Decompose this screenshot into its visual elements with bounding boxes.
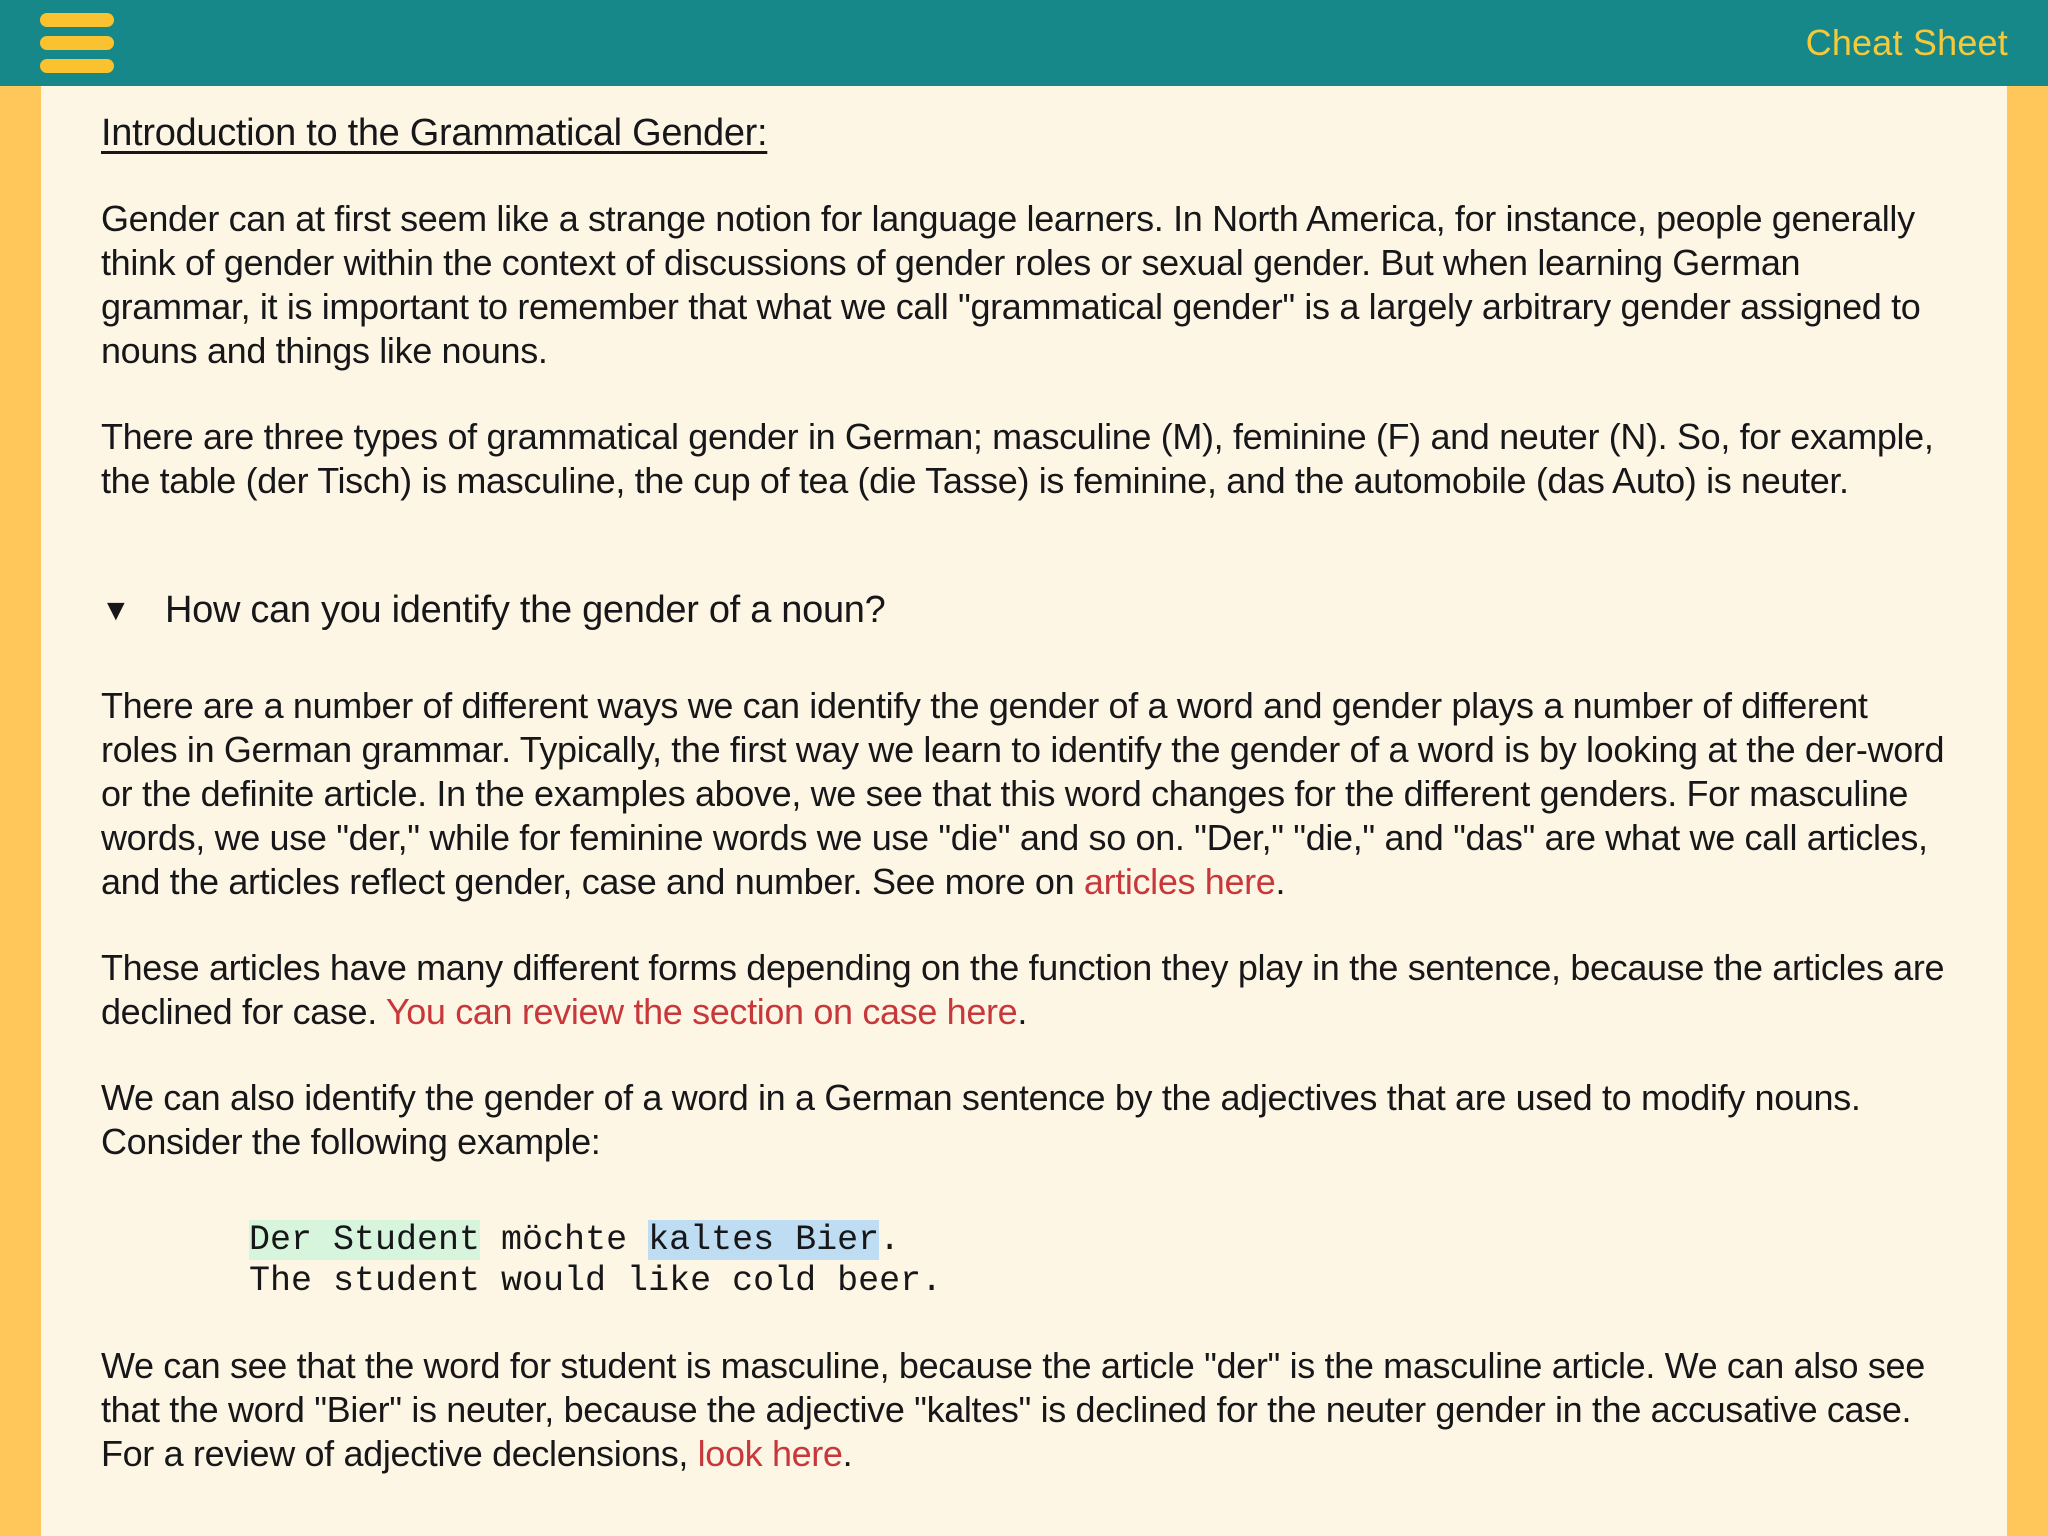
page-title: Introduction to the Grammatical Gender: [101, 112, 768, 154]
paragraph-identify-gender-text-b: . [1275, 861, 1286, 902]
look-here-link[interactable]: look here [698, 1433, 843, 1474]
example-neuter-phrase: kaltes Bier [648, 1220, 880, 1260]
case-section-link[interactable]: You can review the section on case here [386, 991, 1018, 1032]
example-period: . [879, 1220, 901, 1260]
app-header: Cheat Sheet [0, 0, 2048, 86]
paragraph-identify-gender-text-a: There are a number of different ways we … [101, 685, 1945, 902]
page-frame: Introduction to the Grammatical Gender: … [0, 86, 2048, 1536]
example-masculine-phrase: Der Student [249, 1220, 481, 1260]
example-english-translation: The student would like cold beer. [249, 1261, 943, 1301]
collapsible-section-title: How can you identify the gender of a nou… [165, 589, 886, 631]
paragraph-declined-case: These articles have many different forms… [101, 946, 1947, 1034]
hamburger-bar-top [40, 13, 114, 27]
paragraph-explanation-text-a: We can see that the word for student is … [101, 1345, 1925, 1474]
cheat-sheet-link[interactable]: Cheat Sheet [1806, 22, 2008, 64]
hamburger-bar-middle [40, 36, 114, 50]
collapsible-section-toggle[interactable]: ▼ How can you identify the gender of a n… [101, 589, 886, 632]
intro-paragraph-1: Gender can at first seem like a strange … [101, 198, 1921, 371]
hamburger-bar-bottom [40, 59, 114, 73]
paragraph-identify-gender: There are a number of different ways we … [101, 684, 1947, 904]
chevron-down-icon: ▼ [101, 593, 131, 627]
articles-here-link[interactable]: articles here [1084, 861, 1276, 902]
paragraph-declined-case-text-b: . [1017, 991, 1027, 1032]
paragraph-explanation: We can see that the word for student is … [101, 1344, 1947, 1476]
paragraph-explanation-text-b: . [842, 1433, 853, 1474]
document-content: Introduction to the Grammatical Gender: … [41, 86, 2007, 1536]
hamburger-menu-icon[interactable] [40, 13, 114, 73]
collapsible-section-body: There are a number of different ways we … [101, 684, 1947, 1476]
paragraph-adjectives: We can also identify the gender of a wor… [101, 1077, 1861, 1162]
intro-paragraph-2: There are three types of grammatical gen… [101, 416, 1934, 501]
german-example-block: Der Student möchte kaltes Bier. The stud… [249, 1220, 1947, 1302]
example-verb: möchte [480, 1220, 649, 1260]
